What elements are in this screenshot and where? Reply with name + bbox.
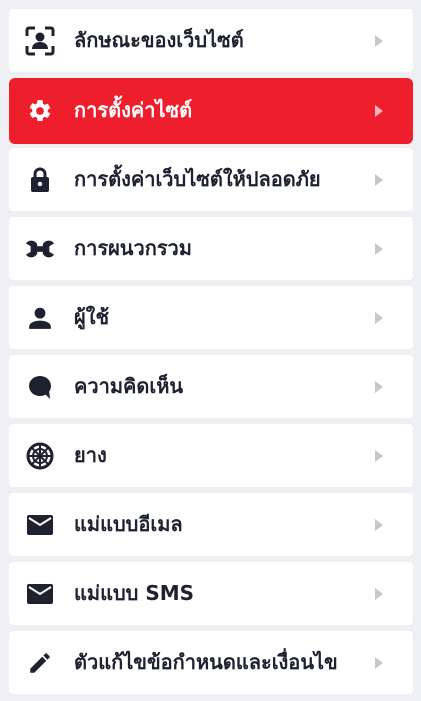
chevron-right-icon — [375, 312, 383, 324]
chevron-right-icon — [375, 381, 383, 393]
menu-item-comments[interactable]: ความคิดเห็น — [9, 355, 413, 418]
user-icon — [25, 303, 55, 333]
menu-item-integrations[interactable]: การผนวกรวม — [9, 217, 413, 280]
pencil-icon — [25, 648, 55, 678]
envelope-icon — [25, 510, 55, 540]
menu-item-sms-templates[interactable]: แม่แบบ SMS — [9, 562, 413, 625]
menu-item-label: ลักษณะของเว็บไซต์ — [74, 28, 244, 52]
menu-item-site-settings[interactable]: การตั้งค่าไซต์ — [9, 78, 413, 144]
gear-icon — [25, 96, 55, 126]
menu-item-tires[interactable]: ยาง — [9, 424, 413, 487]
menu-item-label: แม่แบบ SMS — [74, 581, 195, 605]
menu-item-terms-editor[interactable]: ตัวแก้ไขข้อกำหนดและเงื่อนไข — [9, 631, 413, 694]
chevron-right-icon — [375, 174, 383, 186]
settings-menu: ลักษณะของเว็บไซต์ การตั้งค่าไซต์ การตั้ง… — [0, 0, 421, 701]
comment-icon — [25, 372, 55, 402]
menu-item-label: ตัวแก้ไขข้อกำหนดและเงื่อนไข — [74, 650, 338, 674]
menu-item-label: การผนวกรวม — [74, 236, 192, 260]
chevron-right-icon — [375, 657, 383, 669]
tire-icon — [25, 441, 55, 471]
user-frame-icon — [25, 26, 55, 56]
menu-item-label: การตั้งค่าเว็บไซต์ให้ปลอดภัย — [74, 167, 321, 191]
envelope-icon — [25, 579, 55, 609]
menu-item-users[interactable]: ผู้ใช้ — [9, 286, 413, 349]
chevron-right-icon — [375, 519, 383, 531]
menu-item-label: ความคิดเห็น — [74, 374, 184, 398]
wrench-icon — [25, 234, 55, 264]
menu-item-label: แม่แบบอีเมล — [74, 512, 183, 536]
menu-item-label: ผู้ใช้ — [74, 305, 110, 329]
menu-item-secure-website-settings[interactable]: การตั้งค่าเว็บไซต์ให้ปลอดภัย — [9, 148, 413, 211]
chevron-right-icon — [375, 588, 383, 600]
chevron-right-icon — [375, 35, 383, 47]
chevron-right-icon — [375, 243, 383, 255]
menu-item-label: การตั้งค่าไซต์ — [74, 98, 193, 122]
menu-item-label: ยาง — [74, 443, 107, 467]
menu-item-website-appearance[interactable]: ลักษณะของเว็บไซต์ — [9, 9, 413, 72]
menu-item-email-templates[interactable]: แม่แบบอีเมล — [9, 493, 413, 556]
chevron-right-icon — [375, 450, 383, 462]
chevron-right-icon — [375, 105, 383, 117]
lock-icon — [25, 165, 55, 195]
